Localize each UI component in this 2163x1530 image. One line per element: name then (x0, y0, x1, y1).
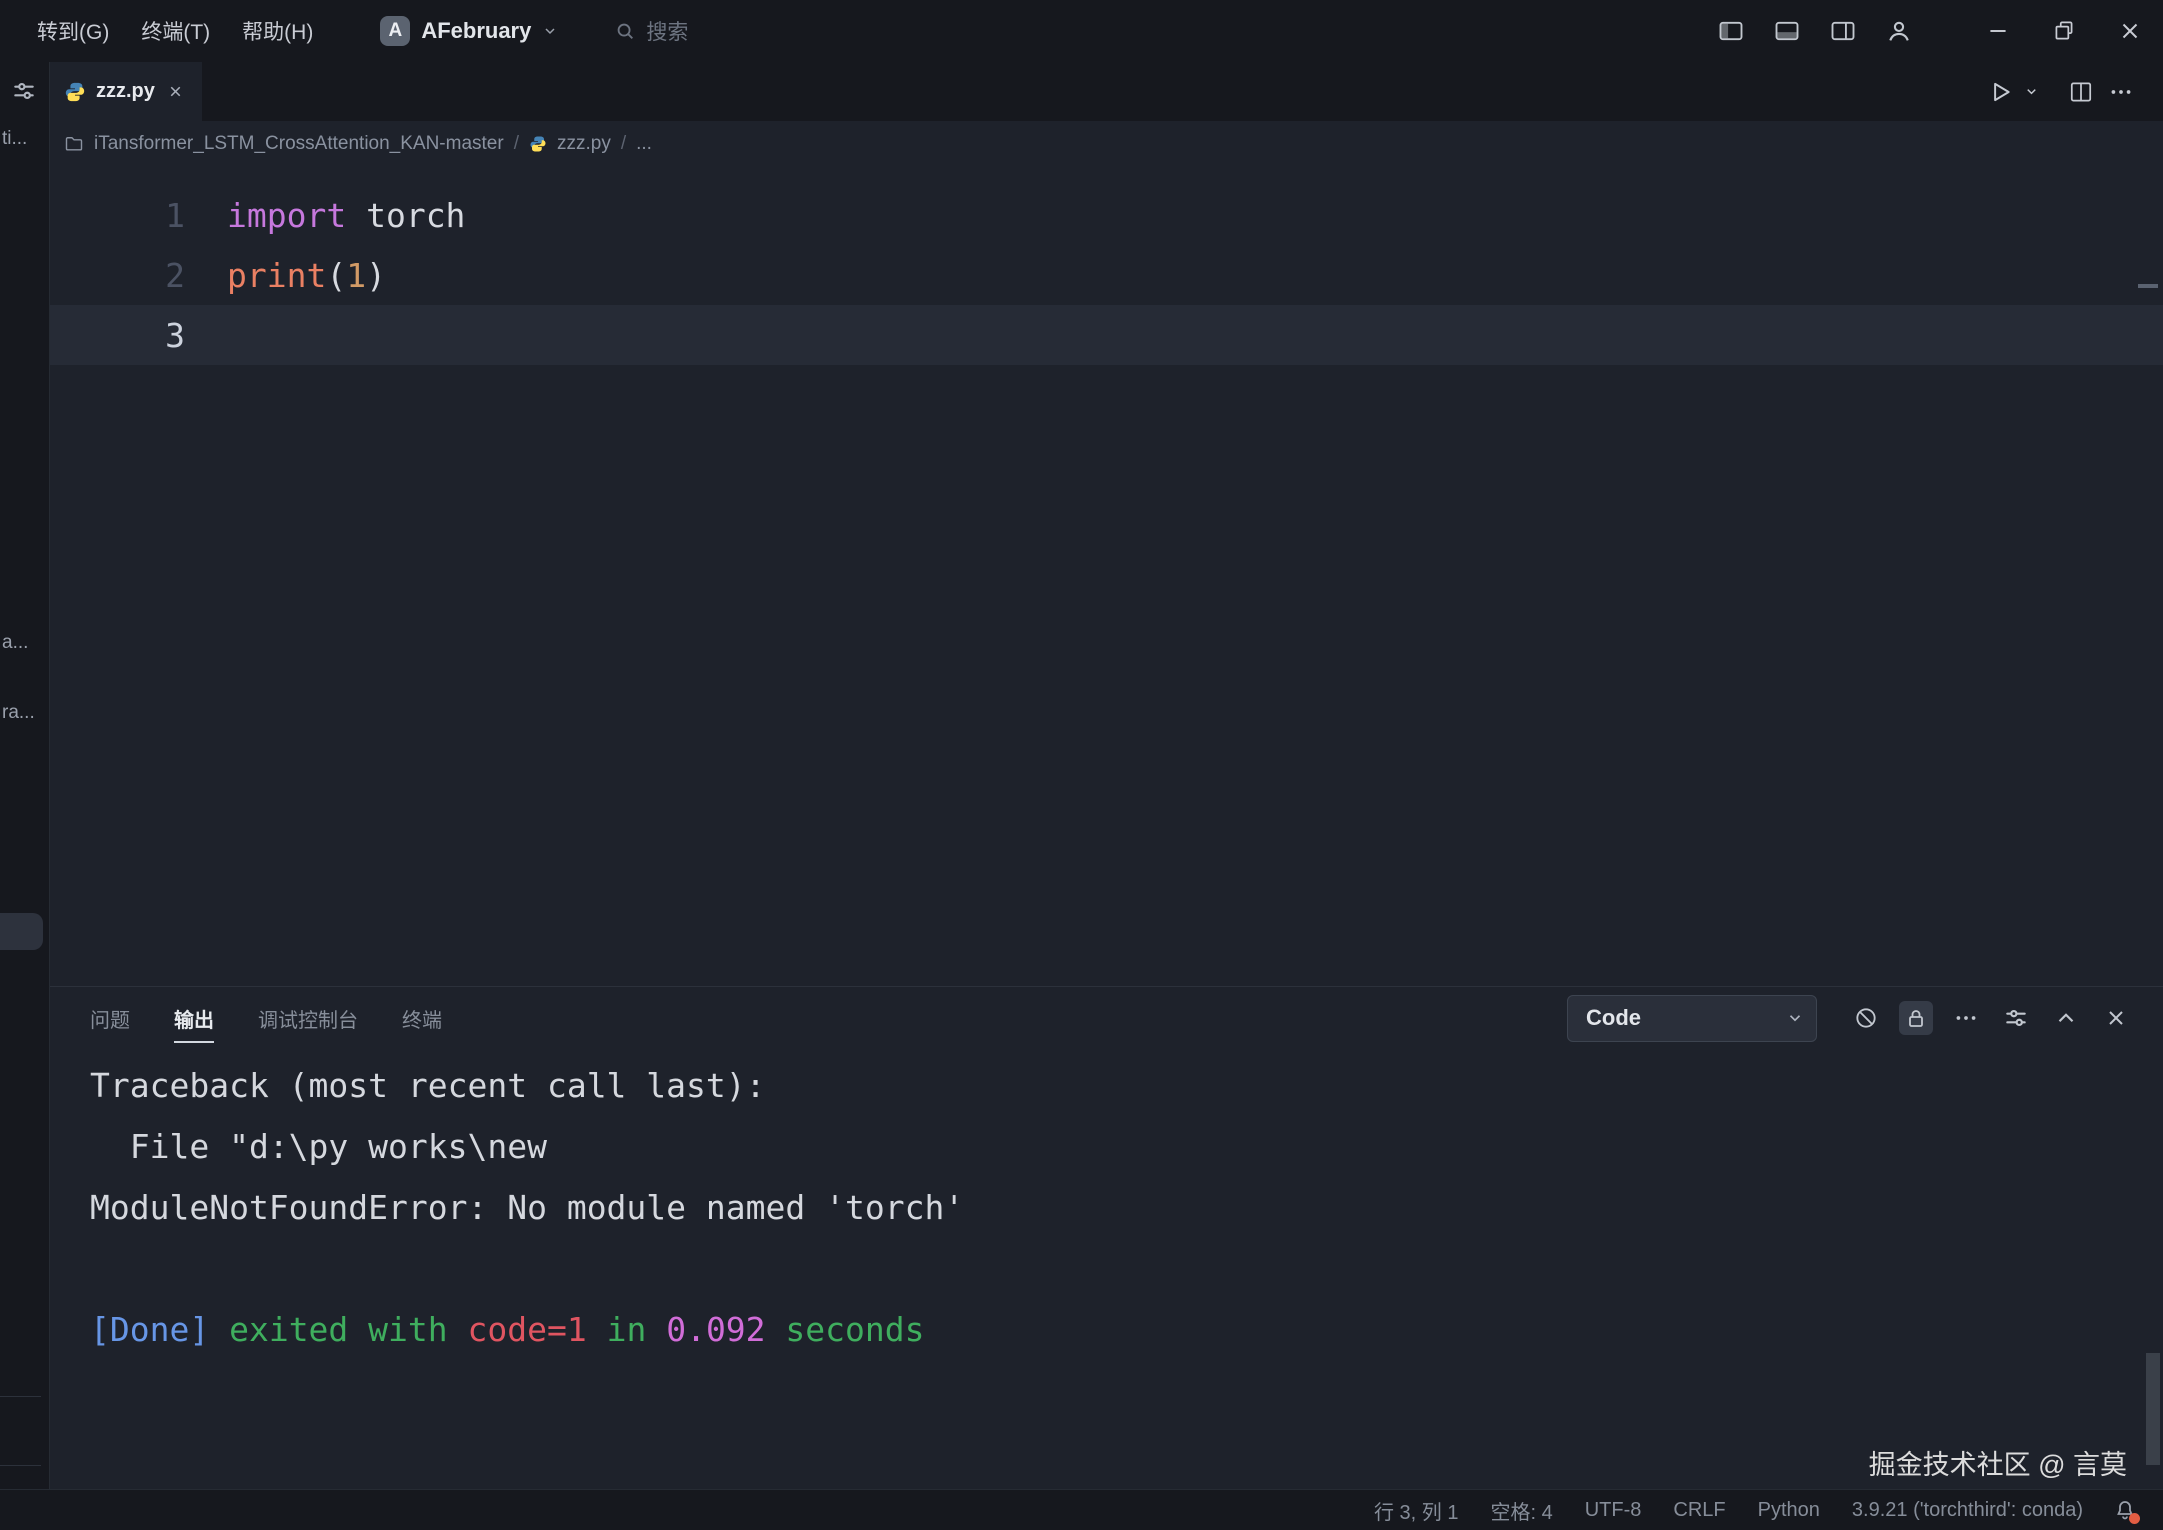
output-line: File "d:\py works\new (90, 1116, 2163, 1177)
breadcrumb-separator: / (621, 133, 626, 155)
python-icon (64, 81, 86, 103)
search-icon (614, 20, 636, 42)
python-icon (529, 135, 547, 153)
sidebar-item-fragment[interactable]: ti... (2, 128, 27, 150)
tab-close-icon[interactable] (167, 83, 184, 100)
output-done-line: [Done] exited with code=1 in 0.092 secon… (90, 1299, 2163, 1360)
title-bar: 转到(G)终端(T)帮助(H) A AFebruary 搜索 (0, 0, 2163, 62)
tab-zzz-py[interactable]: zzz.py (50, 62, 202, 121)
split-editor-icon[interactable] (2065, 76, 2097, 108)
output-line (90, 1238, 2163, 1299)
output-console[interactable]: Traceback (most recent call last): File … (50, 1049, 2163, 1489)
watermark: 掘金技术社区 @ 言莫 (1869, 1443, 2127, 1482)
status-item-5[interactable]: 3.9.21 ('torchthird': conda) (1852, 1499, 2083, 1522)
panel-actions: Code (1567, 995, 2133, 1042)
bottom-panel: 问题输出调试控制台终端 Code (50, 986, 2163, 1489)
panel-header: 问题输出调试控制台终端 Code (50, 987, 2163, 1049)
line-number: 2 (50, 256, 185, 295)
panel-tabs: 问题输出调试控制台终端 (90, 994, 442, 1043)
layout-panel-icon[interactable] (1771, 15, 1803, 47)
line-number: 3 (50, 316, 185, 355)
search-box[interactable]: 搜索 (614, 16, 688, 46)
layout-sidebar-right-icon[interactable] (1827, 15, 1859, 47)
layout-controls (1715, 15, 1915, 47)
status-item-4[interactable]: Python (1758, 1499, 1820, 1522)
chevron-up-icon[interactable] (2049, 1001, 2083, 1035)
breadcrumb-more[interactable]: ... (636, 133, 652, 155)
sidebar-item-fragment[interactable]: ra... (2, 702, 35, 724)
output-line: ModuleNotFoundError: No module named 'to… (90, 1177, 2163, 1238)
left-sidebar-strip[interactable]: ti... a... ra... (0, 62, 50, 1489)
editor-column: zzz.py (50, 62, 2163, 1489)
restore-icon[interactable] (2031, 0, 2097, 62)
more-actions-icon[interactable] (1949, 1001, 1983, 1035)
status-bar: 行 3, 列 1 空格: 4 UTF-8 CRLF Python 3.9.21 ('tor… (0, 1489, 2163, 1530)
notification-dot (2129, 1513, 2140, 1524)
code-editor[interactable]: 1 import torch 2 print(1) 3 (50, 166, 2163, 986)
profile-switcher[interactable]: A AFebruary (380, 16, 558, 46)
output-lines: Traceback (most recent call last): File … (90, 1055, 2163, 1360)
output-channel-select[interactable]: Code (1567, 995, 1817, 1042)
folder-icon (64, 134, 84, 154)
tab-label: zzz.py (96, 80, 155, 103)
breadcrumb-separator: / (514, 133, 519, 155)
menu-item[interactable]: 转到(G) (24, 10, 122, 52)
run-icon[interactable] (1984, 76, 2016, 108)
line-number: 1 (50, 196, 185, 235)
code-text: print(1) (227, 256, 386, 295)
code-line[interactable]: 2 print(1) (50, 245, 2163, 305)
status-item-3[interactable]: CRLF (1673, 1499, 1725, 1522)
profile-name: AFebruary (421, 18, 531, 44)
run-dropdown-chevron-icon[interactable] (2024, 84, 2039, 99)
close-icon[interactable] (2097, 0, 2163, 62)
main-area: ti... a... ra... zzz.py (0, 62, 2163, 1489)
vscode-window: 转到(G)终端(T)帮助(H) A AFebruary 搜索 (0, 0, 2163, 1530)
output-channel-value: Code (1586, 1005, 1786, 1031)
panel-tab-output[interactable]: 输出 (174, 994, 214, 1043)
clear-output-icon[interactable] (1849, 1001, 1883, 1035)
sidebar-divider (0, 1396, 41, 1397)
code-line[interactable]: 3 (50, 305, 2163, 365)
bell-icon[interactable] (2113, 1498, 2137, 1522)
code-text: import torch (227, 196, 465, 235)
layout-sidebar-left-icon[interactable] (1715, 15, 1747, 47)
sidebar-selected-item[interactable] (0, 913, 43, 950)
status-item-2[interactable]: UTF-8 (1585, 1499, 1642, 1522)
window-controls (1965, 0, 2163, 62)
code-lines: 1 import torch 2 print(1) 3 (50, 185, 2163, 365)
filter-sliders-icon[interactable] (11, 78, 37, 104)
status-item-0[interactable]: 行 3, 列 1 (1374, 1496, 1458, 1525)
output-line: Traceback (most recent call last): (90, 1055, 2163, 1116)
account-icon[interactable] (1883, 15, 1915, 47)
sidebar-item-fragment[interactable]: a... (2, 632, 28, 654)
breadcrumb-file[interactable]: zzz.py (557, 133, 611, 155)
menu-item[interactable]: 终端(T) (128, 10, 223, 52)
minimap (2138, 284, 2158, 288)
breadcrumb: iTansformer_LSTM_CrossAttention_KAN-mast… (50, 121, 2163, 166)
editor-tab-bar: zzz.py (50, 62, 2163, 121)
filter-sliders-icon[interactable] (1999, 1001, 2033, 1035)
sidebar-divider (0, 1465, 41, 1466)
menu-item[interactable]: 帮助(H) (229, 10, 326, 52)
panel-tab-debug-console[interactable]: 调试控制台 (258, 994, 358, 1043)
chevron-down-icon (1786, 1009, 1804, 1027)
chevron-down-icon (542, 23, 558, 39)
search-placeholder: 搜索 (646, 16, 688, 46)
breadcrumb-folder[interactable]: iTansformer_LSTM_CrossAttention_KAN-mast… (94, 133, 504, 155)
code-line[interactable]: 1 import torch (50, 185, 2163, 245)
status-item-1[interactable]: 空格: 4 (1490, 1496, 1552, 1525)
status-items: 行 3, 列 1 空格: 4 UTF-8 CRLF Python 3.9.21 ('tor… (1374, 1496, 2083, 1525)
menu-bar: 转到(G)终端(T)帮助(H) (24, 10, 326, 52)
minimize-icon[interactable] (1965, 0, 2031, 62)
scrollbar[interactable] (2146, 1353, 2160, 1465)
profile-avatar: A (380, 16, 410, 46)
panel-tab-terminal[interactable]: 终端 (402, 994, 442, 1043)
panel-tab-problems[interactable]: 问题 (90, 994, 130, 1043)
close-panel-icon[interactable] (2099, 1001, 2133, 1035)
more-actions-icon[interactable] (2105, 76, 2137, 108)
lock-scroll-icon[interactable] (1899, 1001, 1933, 1035)
editor-actions (1984, 62, 2163, 121)
